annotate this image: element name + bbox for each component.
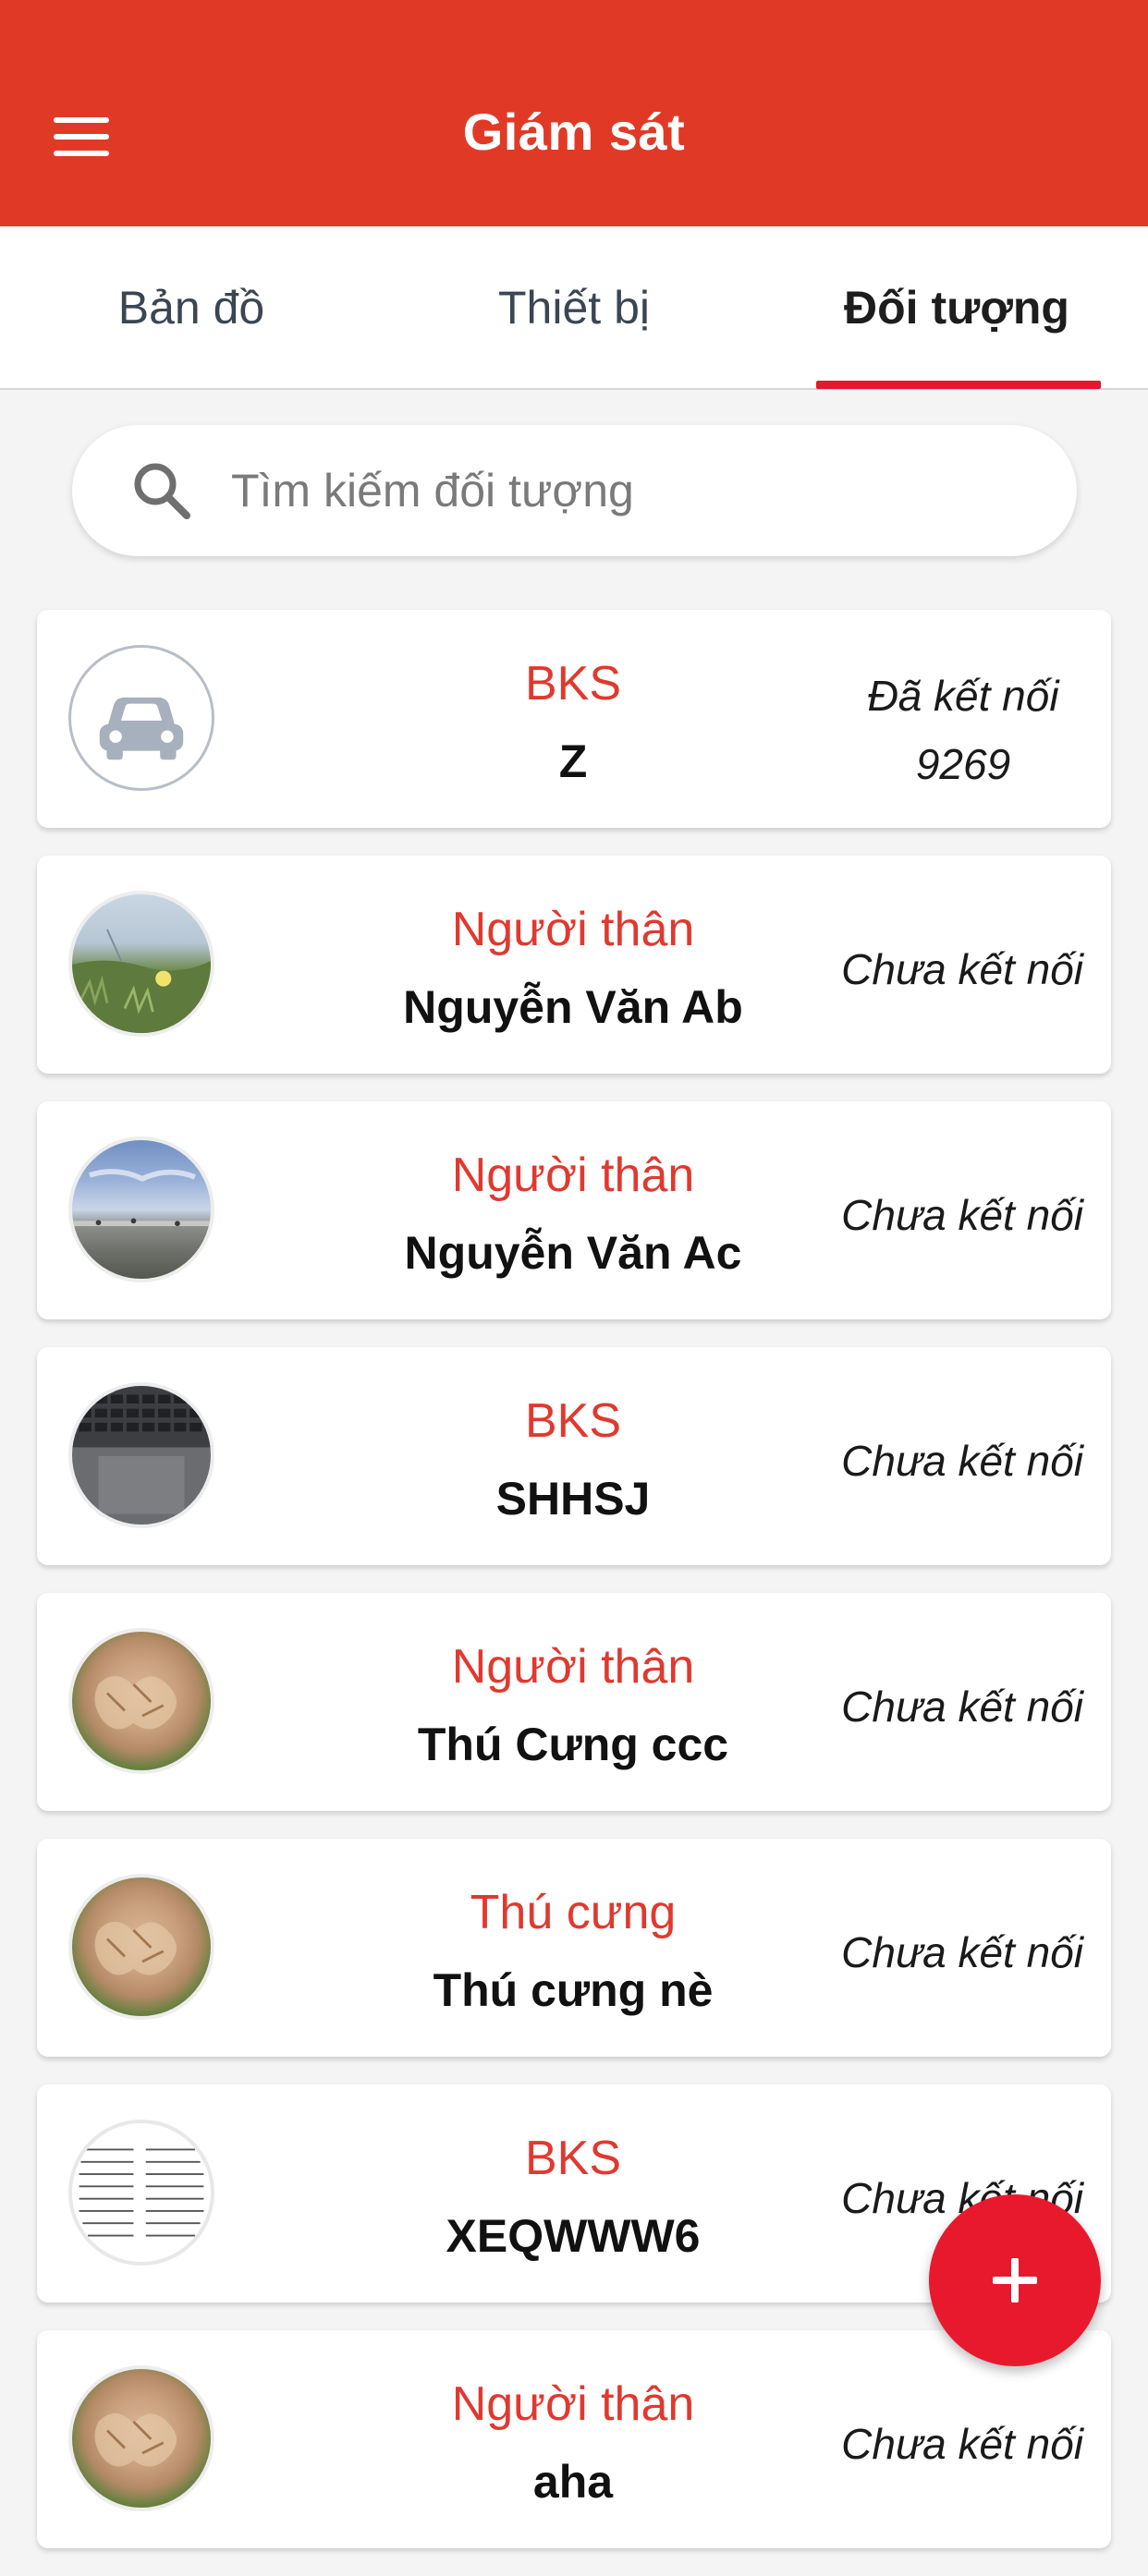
photo-coast [72, 1169, 211, 1227]
avatar [68, 1136, 214, 1282]
object-type: Người thân [451, 2377, 695, 2431]
list-item[interactable]: Người thân Nguyễn Văn Ac Chưa kết nối [37, 1101, 1111, 1319]
object-name: Thú Cưng ccc [417, 1719, 729, 1770]
object-name: Nguyễn Văn Ab [403, 981, 743, 1033]
list-item[interactable]: Người thân aha Chưa kết nối [37, 2330, 1111, 2548]
avatar [68, 645, 214, 791]
object-type: BKS [524, 657, 622, 711]
object-name: XEQWWW6 [446, 2210, 701, 2262]
photo-food [94, 2412, 177, 2467]
tab-devices[interactable]: Thiết bị [383, 226, 765, 388]
status-code: 9269 [915, 740, 1011, 788]
object-type: Người thân [451, 903, 695, 956]
photo-meadow [72, 929, 211, 1033]
photo-document [79, 2148, 204, 2237]
search-icon [134, 463, 190, 519]
tab-bar: Bản đồ Thiết bị Đối tượng [0, 226, 1148, 390]
object-type: BKS [524, 2132, 622, 2185]
object-name: Nguyễn Văn Ac [404, 1227, 742, 1279]
car-icon [99, 697, 184, 760]
tab-objects[interactable]: Đối tượng [765, 226, 1148, 388]
search-bar[interactable] [72, 425, 1077, 556]
avatar [68, 1874, 214, 2020]
object-type: Thú cưng [470, 1886, 677, 1939]
connection-status: Đã kết nối 9269 [843, 662, 1083, 798]
object-type: Người thân [451, 1148, 695, 1202]
object-type: BKS [524, 1394, 622, 1448]
tab-map[interactable]: Bản đồ [0, 226, 383, 388]
avatar [68, 891, 214, 1037]
object-name: aha [532, 2456, 614, 2508]
connection-status: Chưa kết nối [841, 1928, 1083, 1976]
connection-status: Chưa kết nối [841, 945, 1083, 993]
connection-status: Chưa kết nối [841, 2420, 1083, 2468]
avatar [68, 1628, 214, 1774]
active-tab-indicator [816, 381, 1101, 389]
list-item[interactable]: Người thân Thú Cưng ccc Chưa kết nối [37, 1593, 1111, 1811]
object-name: Thú cưng nè [433, 1964, 714, 2016]
plus-icon [993, 2258, 1037, 2303]
list-item[interactable]: BKS Z Đã kết nối 9269 [37, 610, 1111, 828]
avatar [68, 1382, 214, 1528]
page-title: Giám sát [462, 103, 686, 161]
photo-food [94, 1921, 177, 1975]
object-name: SHHSJ [495, 1473, 651, 1525]
avatar [68, 2365, 214, 2511]
add-object-button[interactable] [929, 2194, 1101, 2366]
connection-status: Chưa kết nối [841, 1683, 1083, 1731]
object-name: Z [558, 735, 588, 787]
status-text: Đã kết nối [867, 672, 1059, 720]
search-input[interactable] [229, 463, 1046, 518]
app-header: Giám sát [0, 0, 1148, 226]
list-item[interactable]: Thú cưng Thú cưng nè Chưa kết nối [37, 1839, 1111, 2057]
connection-status: Chưa kết nối [841, 1191, 1083, 1239]
list-item[interactable]: BKS SHHSJ Chưa kết nối [37, 1347, 1111, 1565]
connection-status: Chưa kết nối [841, 1437, 1083, 1485]
photo-keyboard [72, 1386, 211, 1514]
object-type: Người thân [451, 1640, 695, 1694]
avatar [68, 2120, 214, 2266]
list-item[interactable]: Người thân Nguyễn Văn Ab Chưa kết nối [37, 856, 1111, 1074]
photo-food [94, 1675, 177, 1730]
